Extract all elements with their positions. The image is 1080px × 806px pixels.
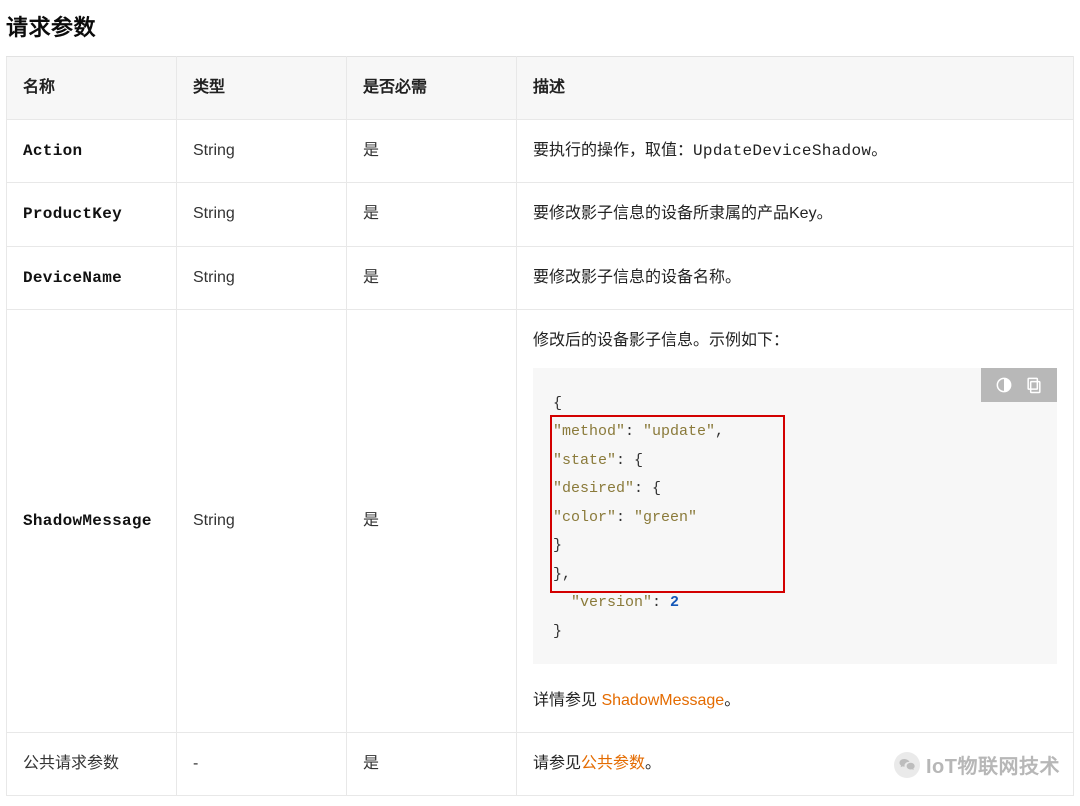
param-name: ProductKey xyxy=(23,205,122,223)
shadow-intro: 修改后的设备影子信息。示例如下： xyxy=(533,328,1057,354)
shadow-detail: 详情参见 ShadowMessage。 xyxy=(533,688,1057,714)
table-row: DeviceName String 是 要修改影子信息的设备名称。 xyxy=(7,246,1074,310)
param-required: 是 xyxy=(347,733,517,796)
code-block: { "method": "update", "state": { "desire… xyxy=(533,368,1057,665)
parameters-table: 名称 类型 是否必需 描述 Action String 是 要执行的操作，取值：… xyxy=(6,56,1074,796)
col-header-name: 名称 xyxy=(7,57,177,120)
param-required: 是 xyxy=(347,183,517,247)
param-type: String xyxy=(177,119,347,183)
param-name: Action xyxy=(23,142,82,160)
param-desc: 要执行的操作，取值：UpdateDeviceShadow。 xyxy=(517,119,1074,183)
wechat-icon xyxy=(894,752,920,778)
common-params-link[interactable]: 公共参数 xyxy=(581,755,645,772)
col-header-type: 类型 xyxy=(177,57,347,120)
param-type: - xyxy=(177,733,347,796)
table-row: Action String 是 要执行的操作，取值：UpdateDeviceSh… xyxy=(7,119,1074,183)
theme-toggle-icon[interactable] xyxy=(989,374,1019,396)
code-toolbar xyxy=(981,368,1057,402)
watermark: IoT物联网技术 xyxy=(894,750,1060,779)
code-example: { "method": "update", "state": { "desire… xyxy=(533,368,1057,665)
param-required: 是 xyxy=(347,310,517,733)
param-desc: 要修改影子信息的设备名称。 xyxy=(517,246,1074,310)
table-header-row: 名称 类型 是否必需 描述 xyxy=(7,57,1074,120)
param-type: String xyxy=(177,310,347,733)
col-header-required: 是否必需 xyxy=(347,57,517,120)
param-name: DeviceName xyxy=(23,269,122,287)
param-name: 公共请求参数 xyxy=(7,733,177,796)
param-type: String xyxy=(177,246,347,310)
table-row: ProductKey String 是 要修改影子信息的设备所隶属的产品Key。 xyxy=(7,183,1074,247)
section-title: 请求参数 xyxy=(6,10,1074,42)
col-header-desc: 描述 xyxy=(517,57,1074,120)
param-required: 是 xyxy=(347,246,517,310)
param-name: ShadowMessage xyxy=(23,512,152,530)
param-desc: 要修改影子信息的设备所隶属的产品Key。 xyxy=(517,183,1074,247)
param-desc: 修改后的设备影子信息。示例如下： { "method": "update", "… xyxy=(517,310,1074,733)
table-row: ShadowMessage String 是 修改后的设备影子信息。示例如下： … xyxy=(7,310,1074,733)
param-required: 是 xyxy=(347,119,517,183)
copy-icon[interactable] xyxy=(1019,374,1049,396)
watermark-text: IoT物联网技术 xyxy=(926,750,1060,779)
shadow-message-link[interactable]: ShadowMessage xyxy=(601,692,724,709)
param-type: String xyxy=(177,183,347,247)
